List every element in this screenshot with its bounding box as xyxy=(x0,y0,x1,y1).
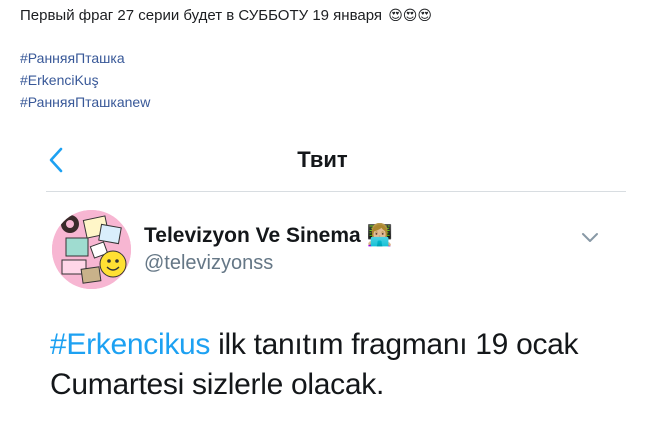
author-name-text: Televizyon Ve Sinema xyxy=(144,224,361,247)
tweet-hashtag-link[interactable]: #Erkencikus xyxy=(50,328,210,361)
author-handle[interactable]: @televizyonss xyxy=(144,252,273,275)
post-text-content: Первый фраг 27 серии будет в СУББОТУ 19 … xyxy=(20,7,383,24)
nav-title: Твит xyxy=(297,147,348,172)
tweet-screenshot: Твит Televizyon Ve Sinema 👩🏼‍💻 @televizy… xyxy=(20,132,654,422)
avatar-illustration xyxy=(52,210,131,289)
post-text: Первый фраг 27 серии будет в СУББОТУ 19 … xyxy=(20,5,640,26)
tweet-text: #Erkencikus ilk tanıtım fragmanı 19 ocak… xyxy=(50,325,620,405)
heart-eyes-emoji: 😍😍😍 xyxy=(388,7,432,23)
hashtag-list: #РанняяПташка #ErkenciKuş #РанняяПташкаn… xyxy=(20,47,150,113)
avatar[interactable] xyxy=(52,210,131,289)
hashtag-link[interactable]: #РанняяПташкаnew xyxy=(20,91,150,113)
author-name[interactable]: Televizyon Ve Sinema 👩🏼‍💻 xyxy=(144,224,393,248)
nav-divider xyxy=(46,191,626,192)
tweet-nav-bar: Твит xyxy=(20,132,626,192)
hashtag-link[interactable]: #ErkenciKuş xyxy=(20,69,150,91)
hashtag-link[interactable]: #РанняяПташка xyxy=(20,47,150,69)
laptop-emoji: 👩🏼‍💻 xyxy=(366,224,393,247)
chevron-down-icon[interactable] xyxy=(580,230,600,244)
